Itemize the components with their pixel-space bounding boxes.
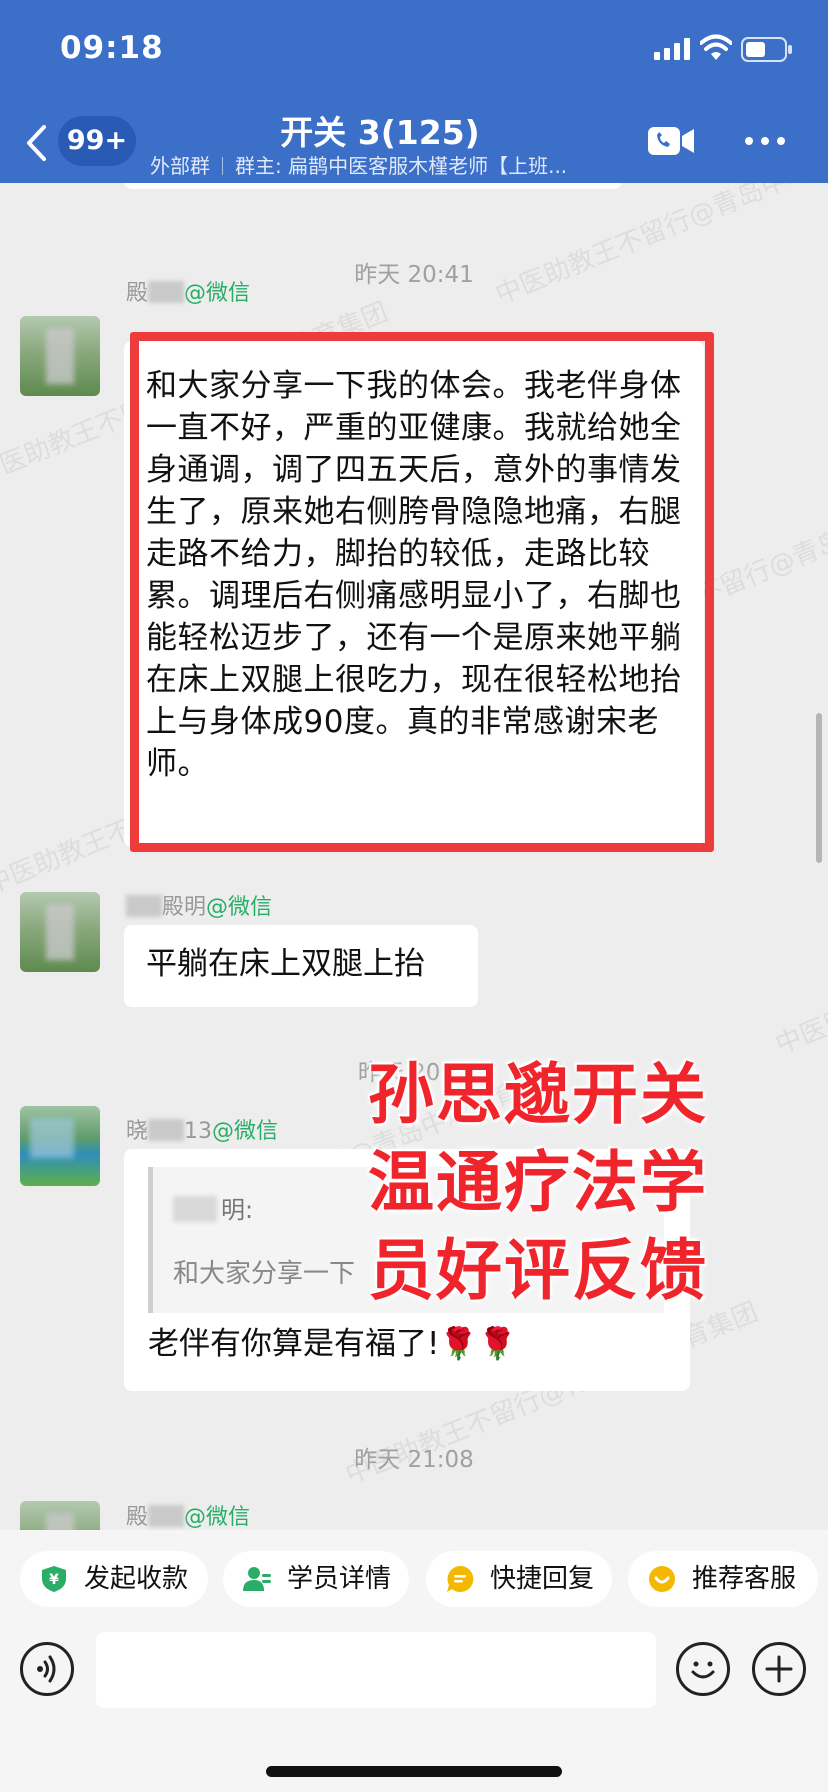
watermark: 中医助教王不留行@青岛中域教育集团 <box>771 867 828 1061</box>
more-options-icon[interactable] <box>744 130 786 152</box>
chip-label: 学员详情 <box>287 1564 392 1594</box>
svg-text:¥: ¥ <box>49 1572 59 1588</box>
previous-message-bubble <box>124 183 622 189</box>
status-time: 09:18 <box>60 30 164 66</box>
reply-text: 老伴有你算是有福了!🌹🌹 <box>148 1326 517 1362</box>
overlay-caption: 孙思邈开关 温通疗法学 员好评反馈 <box>368 1051 708 1315</box>
recommend-service-button[interactable]: 推荐客服 <box>628 1551 818 1607</box>
caption-line: 温通疗法学 <box>368 1144 708 1221</box>
emoji-icon <box>691 1661 715 1679</box>
cellular-signal-icon <box>654 38 690 60</box>
message-bubble[interactable]: 平躺在床上双腿上抬 <box>124 925 478 1007</box>
emoji-button[interactable] <box>676 1642 730 1696</box>
battery-icon <box>741 37 792 62</box>
voice-input-button[interactable] <box>20 1642 74 1696</box>
subtitle-divider <box>222 157 223 175</box>
payment-icon: ¥ <box>42 1566 66 1592</box>
chat-title: 开关 3(125) <box>280 113 480 152</box>
time-divider: 昨天 21:08 <box>354 1447 474 1473</box>
quoted-text: 和大家分享一下 <box>173 1259 356 1289</box>
chip-label: 快捷回复 <box>490 1564 595 1594</box>
group-type-label: 外部群 <box>150 154 210 178</box>
input-bar <box>0 1630 828 1792</box>
unread-count-badge[interactable]: 99+ <box>58 116 136 166</box>
avatar[interactable] <box>20 1501 100 1530</box>
sender-name: 殿 @微信 <box>126 281 251 306</box>
student-icon <box>243 1567 271 1591</box>
home-indicator <box>266 1766 562 1777</box>
sender-name: 殿明@微信 <box>126 889 272 921</box>
collect-payment-button[interactable]: ¥ 发起收款 <box>20 1551 208 1607</box>
message-bubble[interactable]: 和大家分享一下我的体会。我老伴身体一直不好，严重的亚健康。我就给她全身通调，调了… <box>124 341 704 847</box>
student-details-button[interactable]: 学员详情 <box>223 1551 409 1607</box>
message-input[interactable] <box>96 1632 656 1708</box>
chip-label: 发起收款 <box>84 1564 189 1594</box>
video-call-icon[interactable] <box>648 125 696 157</box>
voice-icon <box>37 1655 56 1683</box>
caption-line: 孙思邈开关 <box>368 1056 708 1133</box>
more-functions-button[interactable] <box>752 1642 806 1696</box>
chip-label: 推荐客服 <box>692 1564 797 1594</box>
group-owner-label: 群主: 扁鹊中医客服木槿老师【上班... <box>235 154 568 178</box>
plus-icon <box>765 1655 793 1683</box>
time-divider: 昨天 20:41 <box>354 262 474 288</box>
quick-reply-icon <box>447 1565 474 1592</box>
quick-reply-button[interactable]: 快捷回复 <box>426 1551 612 1607</box>
avatar[interactable] <box>20 1106 100 1186</box>
avatar[interactable] <box>20 892 100 972</box>
chat-subtitle: 外部群 群主: 扁鹊中医客服木槿老师【上班... <box>150 150 567 179</box>
wifi-icon <box>700 34 732 60</box>
scrollbar[interactable] <box>816 713 822 863</box>
chat-area[interactable]: 中医助教王不留行@青岛中域教育集团 中医助教王不留行@青岛中域教育集团 中医助教… <box>0 183 828 1530</box>
sender-name: 晓 13@微信 <box>126 1119 279 1144</box>
chat-header: 09:18 99+ 开关 3(125) 外部群 群主: 扁鹊中医客服木槿老师【上班… <box>0 0 828 183</box>
caption-line: 员好评反馈 <box>368 1232 708 1309</box>
sender-name: 殿 @微信 <box>126 1505 251 1530</box>
quick-action-bar: ¥ 发起收款 学员详情 快捷回复 推荐客服 <box>0 1530 828 1630</box>
quoted-sender: 明: <box>173 1189 253 1231</box>
avatar[interactable] <box>20 316 100 396</box>
recommend-service-icon <box>649 1566 675 1592</box>
back-arrow-icon[interactable] <box>24 124 48 162</box>
watermark: 中医助教王不留行@青岛中域教育集团 <box>491 183 828 311</box>
